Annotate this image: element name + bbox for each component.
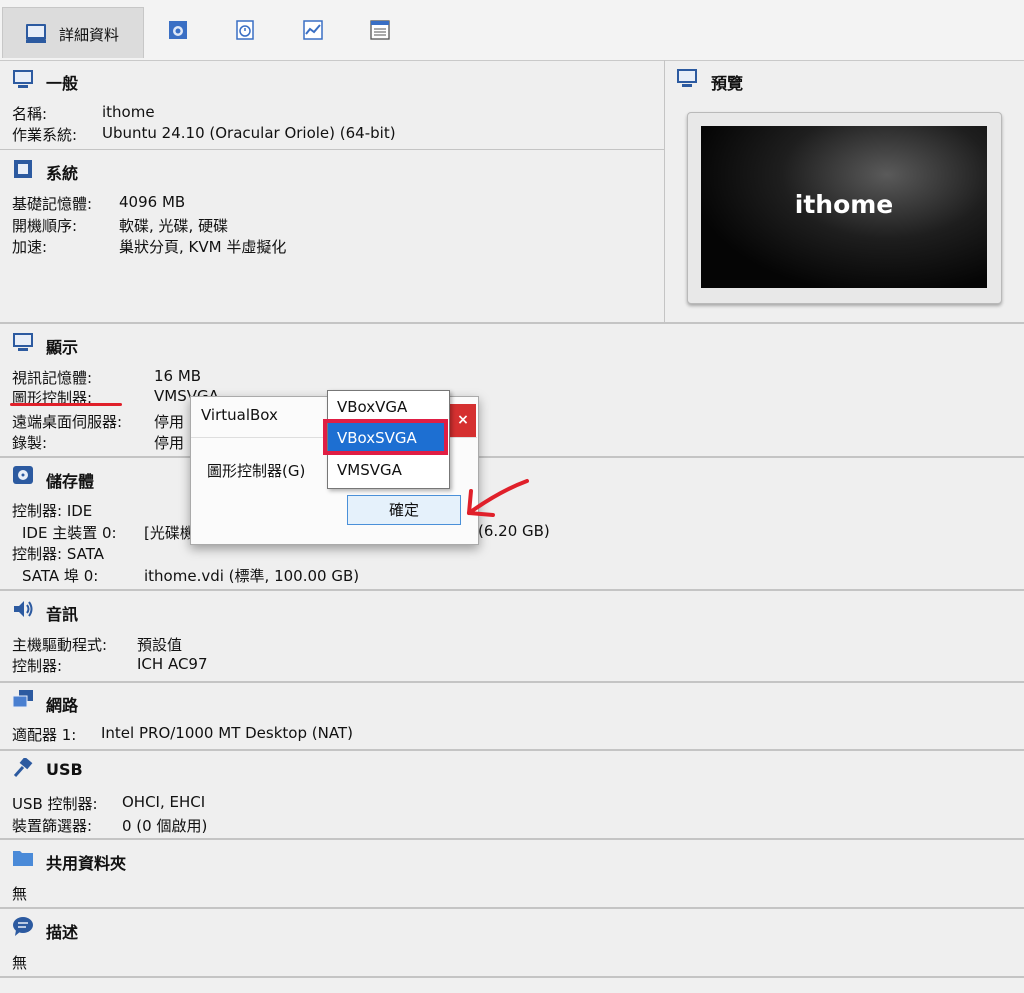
close-button[interactable]: × [450, 404, 476, 437]
section-usb-title: USB [46, 760, 83, 779]
display-rdp-label: 遠端桌面伺服器: [12, 413, 123, 431]
general-name-label: 名稱: [12, 105, 48, 123]
disk-icon [13, 466, 33, 484]
storage-ide-label: IDE 主裝置 0: [22, 524, 117, 542]
usb-controller-label: USB 控制器: [12, 795, 98, 813]
annotation-highlight-box [323, 419, 448, 455]
system-memory-value: 4096 MB [119, 193, 186, 211]
display-vram-label: 視訊記憶體: [12, 369, 93, 387]
display-recording-value: 停用 [154, 434, 185, 452]
details-icon [26, 24, 46, 43]
storage-ide-controller: 控制器: IDE [12, 502, 93, 520]
system-accel-value: 巢狀分頁, KVM 半虛擬化 [119, 238, 287, 256]
dialog-field-label: 圖形控制器(G) [207, 462, 306, 480]
section-network-title: 網路 [46, 696, 79, 715]
audio-driver-label: 主機驅動程式: [12, 636, 108, 654]
usb-filters-value: 0 (0 個啟用) [122, 817, 208, 835]
description-value: 無 [12, 954, 28, 972]
section-storage-title: 儲存體 [46, 472, 95, 491]
general-os-value: Ubuntu 24.10 (Oracular Oriole) (64-bit) [102, 124, 396, 142]
section-general: 一般 名稱: ithome 作業系統: Ubuntu 24.10 (Oracul… [0, 61, 664, 150]
usb-icon [13, 758, 33, 777]
dialog-title: VirtualBox [201, 406, 278, 424]
general-os-label: 作業系統: [12, 126, 78, 144]
storage-sata-value: ithome.vdi (標準, 100.00 GB) [144, 567, 360, 585]
section-audio: 音訊 主機驅動程式: 預設值 控制器: ICH AC97 [0, 591, 1024, 683]
performance-icon[interactable] [302, 19, 324, 41]
network-adapter-label: 適配器 1: [12, 726, 77, 744]
section-system: 系統 基礎記憶體: 4096 MB 開機順序: 軟碟, 光碟, 硬碟 加速: 巢… [0, 150, 664, 324]
section-usb: USB USB 控制器: OHCI, EHCI 裝置篩選器: 0 (0 個啟用) [0, 751, 1024, 840]
logs-icon[interactable] [234, 19, 256, 41]
tab-details-label: 詳細資料 [59, 26, 120, 44]
section-general-title: 一般 [46, 74, 79, 93]
display-rdp-value: 停用 [154, 413, 185, 431]
folder-icon [13, 851, 33, 866]
ok-button[interactable]: 確定 [347, 495, 461, 525]
storage-sata-label: SATA 埠 0: [22, 567, 99, 585]
usb-controller-value: OHCI, EHCI [122, 793, 206, 811]
chip-icon [14, 160, 32, 178]
annotation-underline [10, 403, 122, 406]
monitor-icon [677, 69, 697, 87]
audio-controller-value: ICH AC97 [137, 655, 208, 673]
section-display: 顯示 視訊記憶體: 16 MB 圖形控制器: VMSVGA 遠端桌面伺服器: 停… [0, 324, 1024, 458]
speaker-icon [14, 601, 33, 617]
section-audio-title: 音訊 [46, 605, 79, 624]
section-description: 描述 無 [0, 909, 1024, 978]
display-recording-label: 錄製: [12, 434, 48, 452]
dropdown-option-vboxvga[interactable]: VBoxVGA [337, 398, 407, 416]
section-system-title: 系統 [46, 164, 79, 183]
vertical-separator [664, 60, 665, 324]
system-accel-label: 加速: [12, 238, 48, 256]
tab-details[interactable]: 詳細資料 [2, 7, 144, 58]
network-adapter-value: Intel PRO/1000 MT Desktop (NAT) [101, 724, 353, 742]
dropdown-option-vmsvga[interactable]: VMSVGA [337, 461, 402, 479]
toolbar: 詳細資料 [0, 0, 1024, 61]
system-boot-value: 軟碟, 光碟, 硬碟 [119, 217, 229, 235]
audio-controller-label: 控制器: [12, 657, 63, 675]
audio-driver-value: 預設值 [137, 636, 183, 654]
system-boot-label: 開機順序: [12, 217, 78, 235]
section-display-title: 顯示 [46, 338, 79, 357]
section-description-title: 描述 [46, 923, 79, 942]
monitor-icon [13, 70, 33, 88]
list-icon[interactable] [369, 19, 391, 41]
display-vram-value: 16 MB [154, 367, 202, 385]
network-icon [12, 690, 33, 708]
annotation-arrow [467, 479, 529, 517]
monitor-icon [13, 333, 33, 351]
storage-sata-controller: 控制器: SATA [12, 545, 104, 563]
storage-ide-value: [光碟機 [144, 524, 195, 542]
section-shared-folders: 共用資料夾 無 [0, 840, 1024, 909]
section-shared-title: 共用資料夾 [46, 854, 127, 873]
system-memory-label: 基礎記憶體: [12, 195, 93, 213]
general-name-value: ithome [102, 103, 155, 121]
snapshots-icon[interactable] [167, 19, 189, 41]
speech-bubble-icon [13, 917, 33, 936]
section-preview-title: 預覽 [711, 74, 744, 93]
usb-filters-label: 裝置篩選器: [12, 817, 93, 835]
shared-value: 無 [12, 885, 28, 903]
section-network: 網路 適配器 1: Intel PRO/1000 MT Desktop (NAT… [0, 683, 1024, 751]
preview-screen-text: ithome [794, 190, 894, 219]
